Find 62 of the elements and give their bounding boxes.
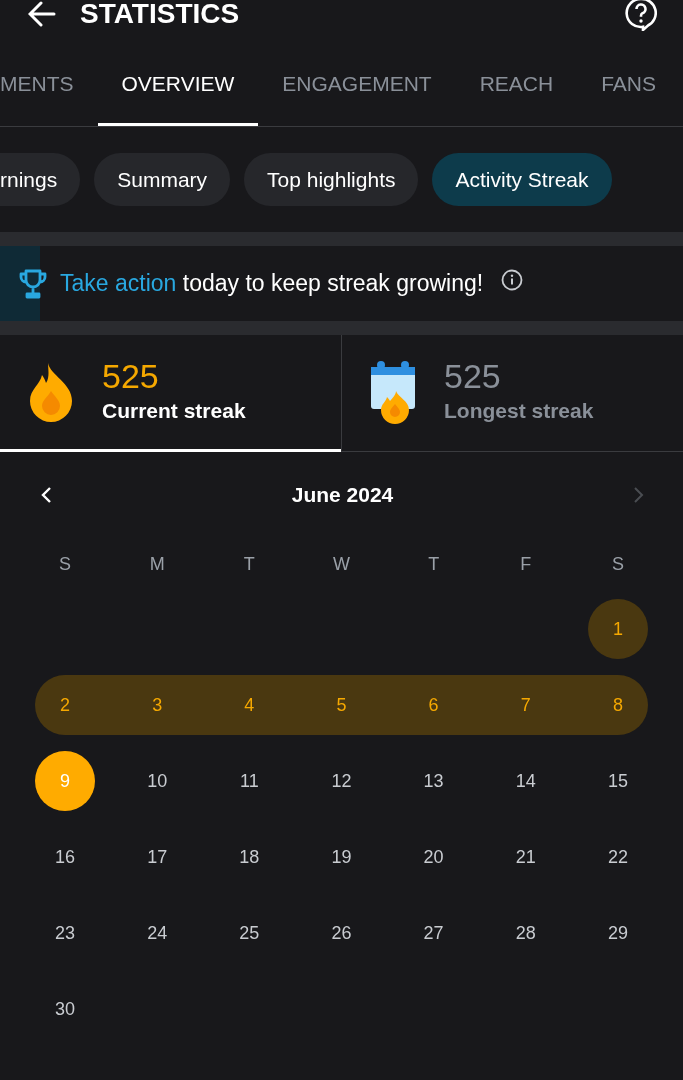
calendar-day[interactable]: 23 xyxy=(35,903,96,963)
calendar-day[interactable]: 30 xyxy=(35,979,96,1039)
weekday-label: T xyxy=(242,553,256,576)
streak-tab[interactable]: 525 Current streak xyxy=(0,335,341,452)
streak-tab[interactable]: 525 Longest streak xyxy=(341,335,683,452)
calendar-day-marked[interactable]: 8 xyxy=(587,675,648,735)
info-icon[interactable] xyxy=(501,268,524,291)
streak-label: Longest streak xyxy=(444,397,594,424)
calendar-day[interactable]: 10 xyxy=(127,751,188,811)
calendar-day[interactable]: 14 xyxy=(495,751,556,811)
calendar-day[interactable]: 11 xyxy=(219,751,280,811)
calendar-day-marked[interactable]: 2 xyxy=(35,675,96,735)
calendar-day[interactable]: 27 xyxy=(403,903,464,963)
calendar-day[interactable]: 21 xyxy=(495,827,556,887)
calendar-day-marked[interactable]: 3 xyxy=(127,675,188,735)
previous-month-icon[interactable] xyxy=(40,486,52,504)
calendar-day[interactable]: 19 xyxy=(311,827,372,887)
calendar-day[interactable]: 29 xyxy=(587,903,648,963)
calendar-day-marked[interactable]: 7 xyxy=(495,675,556,735)
filter-chip[interactable]: Summary xyxy=(94,153,231,206)
weekday-label: T xyxy=(427,553,441,576)
streak-message: Take action today to keep streak growing! xyxy=(60,269,484,299)
calendar-day-marked[interactable]: 4 xyxy=(219,675,280,735)
filter-chip[interactable]: Top highlights xyxy=(244,153,419,206)
weekday-label: M xyxy=(148,553,166,576)
tab[interactable]: OVERVIEW xyxy=(97,30,259,126)
take-action-link[interactable]: Take action xyxy=(60,270,177,297)
filter-chip[interactable]: rnings xyxy=(0,153,81,206)
back-arrow-icon[interactable] xyxy=(28,1,56,27)
calendar-day-marked[interactable]: 6 xyxy=(403,675,464,735)
calendar-day[interactable]: 18 xyxy=(219,827,280,887)
calendar-day-marked[interactable]: 5 xyxy=(311,675,372,735)
streak-count: 525 xyxy=(102,357,160,395)
calendar-day[interactable]: 25 xyxy=(219,903,280,963)
calendar-day[interactable]: 12 xyxy=(311,751,372,811)
calendar-day[interactable]: 15 xyxy=(587,751,648,811)
tab[interactable]: REACH xyxy=(455,30,578,126)
calendar-day[interactable]: 16 xyxy=(35,827,96,887)
calendar-day[interactable]: 22 xyxy=(587,827,648,887)
tab[interactable]: MENTS xyxy=(0,30,98,126)
month-label: June 2024 xyxy=(291,482,394,509)
weekday-label: S xyxy=(610,553,625,576)
flame-icon xyxy=(28,361,74,423)
calendar-day-marked[interactable]: 1 xyxy=(587,599,648,659)
weekday-label: F xyxy=(519,553,533,576)
help-icon[interactable] xyxy=(625,0,657,31)
calendar-day[interactable]: 13 xyxy=(403,751,464,811)
page-title: STATISTICS xyxy=(80,0,240,31)
calendar-day[interactable]: 26 xyxy=(311,903,372,963)
calendar-day[interactable]: 17 xyxy=(127,827,188,887)
filter-chip[interactable]: Activity Streak xyxy=(432,153,612,206)
calendar-day[interactable]: 24 xyxy=(127,903,188,963)
calendar-flame-icon xyxy=(370,359,416,425)
calendar-day[interactable]: 28 xyxy=(495,903,556,963)
tab[interactable]: FANS xyxy=(577,30,681,126)
tab[interactable]: ENGAGEMENT xyxy=(258,30,456,126)
streak-label: Current streak xyxy=(102,397,246,424)
trophy-icon xyxy=(18,267,48,300)
streak-count: 525 xyxy=(444,357,502,395)
weekday-label: S xyxy=(58,553,73,576)
calendar-day[interactable]: 20 xyxy=(403,827,464,887)
weekday-label: W xyxy=(332,553,351,576)
